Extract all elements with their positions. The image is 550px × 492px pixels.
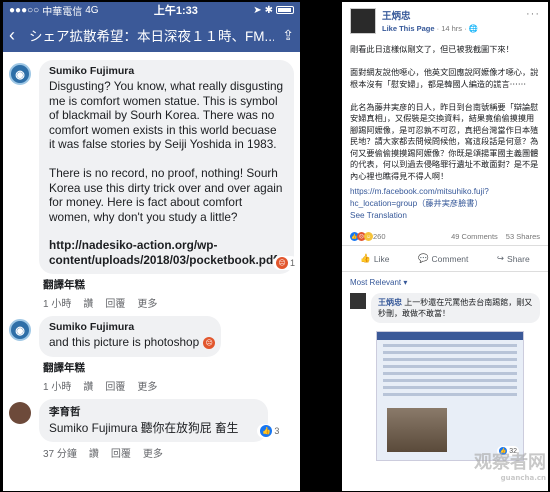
- reaction-badge[interactable]: ☹ 1: [272, 256, 298, 270]
- angry-reaction-icon: ☹: [203, 336, 216, 349]
- comments-count[interactable]: 49 Comments: [451, 232, 498, 241]
- status-time: 上午1:33: [153, 5, 198, 17]
- comment-bubble: 李育哲 Sumiko Fujimura 聽你在放狗屁 畜生 👍 3: [39, 398, 283, 442]
- back-chevron-icon[interactable]: ‹: [9, 25, 29, 46]
- reply-comment: 王炳忠 上一秒還在咒罵他去台南踢館，剛又秒刪，敢做不敢當！: [342, 291, 548, 325]
- comment-label: Comment: [431, 253, 469, 264]
- like-label: Like: [373, 253, 390, 264]
- comment-actions: 1 小時 讚 回覆 更多: [39, 378, 294, 393]
- location-icon: ➤: [253, 4, 262, 16]
- reply-action[interactable]: 回覆: [105, 378, 125, 393]
- screenshot-frame: ●●●○○ 中華電信 4G 上午1:33 ➤ ✱ ‹ シェア拡散希望：本日深夜１…: [0, 0, 550, 492]
- reaction-icons[interactable]: 👍 ☹ ☺: [350, 232, 373, 241]
- comment-actions: 1 小時 讚 回覆 更多: [39, 295, 294, 310]
- comment-bubble: Sumiko Fujimura Disgusting? You know, wh…: [39, 60, 298, 274]
- comment-link[interactable]: http://nadesiko-action.org/wp-content/up…: [49, 238, 284, 267]
- share-button[interactable]: ↪ Share: [497, 253, 530, 264]
- reply-bubble: 王炳忠 上一秒還在咒罵他去台南踢館，剛又秒刪，敢做不敢當！: [371, 293, 540, 323]
- more-action[interactable]: 更多: [137, 378, 157, 393]
- watermark-subtext: guancha.cn: [500, 474, 546, 482]
- comment-sort-dropdown[interactable]: Most Relevant ▾: [342, 272, 548, 291]
- share-label: Share: [507, 253, 530, 264]
- post-text: 剛看此日這樣似剛文了，但已被我截圖下來！ 面對網友說他噁心，他英文回應說阿嬤像才…: [350, 45, 539, 181]
- comment-timestamp: 1 小時: [43, 299, 72, 310]
- reply-text: 上一秒還在咒罵他去台南踢館，剛又秒刪，敢做不敢當！: [378, 298, 533, 318]
- nav-title: シェア拡散希望：本日深夜１１時、FM...: [29, 29, 274, 44]
- reaction-count: 3: [274, 426, 280, 436]
- comment-item: ◉ Sumiko Fujimura Disgusting? You know, …: [9, 60, 298, 310]
- see-translation-link[interactable]: See Translation: [342, 209, 548, 222]
- angry-reaction-icon: ☹: [275, 257, 288, 269]
- share-icon[interactable]: ⇪: [274, 27, 294, 44]
- battery-icon: [276, 6, 294, 14]
- post-time: · 14 hrs ·: [436, 24, 467, 33]
- post-stats: 👍 ☹ ☺ 260 49 Comments 53 Shares: [342, 222, 548, 246]
- translate-link[interactable]: 翻譯年糕: [39, 360, 294, 375]
- reply-action[interactable]: 回覆: [111, 445, 131, 460]
- like-page-link[interactable]: Like This Page: [382, 24, 435, 33]
- more-options-icon[interactable]: ···: [526, 8, 540, 20]
- post-link[interactable]: https://m.facebook.com/mitsuhiko.fuji?hc…: [342, 186, 548, 209]
- like-reaction-icon: 👍: [260, 425, 273, 437]
- post-action-bar: 👍 Like 💬 Comment ↪ Share: [342, 246, 548, 272]
- bluetooth-icon: ✱: [264, 4, 273, 16]
- network-type: 4G: [85, 4, 99, 16]
- reply-action[interactable]: 回覆: [105, 295, 125, 310]
- comment-timestamp: 1 小時: [43, 381, 72, 393]
- watermark-logo: 观察者网 guancha.cn: [474, 448, 546, 482]
- more-action[interactable]: 更多: [137, 295, 157, 310]
- comment-button[interactable]: 💬 Comment: [418, 253, 468, 264]
- comment-text: Disgusting? You know, what really disgus…: [49, 79, 284, 224]
- attached-screenshot-image[interactable]: 👍 32: [376, 331, 524, 461]
- shares-count[interactable]: 53 Shares: [506, 232, 540, 241]
- avatar[interactable]: [9, 401, 31, 424]
- comment-author[interactable]: 李育哲: [49, 404, 238, 419]
- comment-thread: ◉ Sumiko Fujimura Disgusting? You know, …: [3, 52, 300, 460]
- right-phone-screen: 王炳忠 Like This Page · 14 hrs · 🌐 ··· 剛看此日…: [342, 2, 548, 491]
- like-action[interactable]: 讚: [89, 445, 99, 460]
- comment-item: 李育哲 Sumiko Fujimura 聽你在放狗屁 畜生 👍 3 37 分鐘 …: [9, 398, 294, 460]
- avatar[interactable]: [350, 293, 366, 309]
- left-phone-screen: ●●●○○ 中華電信 4G 上午1:33 ➤ ✱ ‹ シェア拡散希望：本日深夜１…: [3, 2, 300, 491]
- share-arrow-icon: ↪: [496, 253, 505, 263]
- translate-link[interactable]: 翻譯年糕: [39, 277, 294, 292]
- reaction-badge[interactable]: 👍 3: [257, 424, 283, 438]
- reply-author[interactable]: 王炳忠: [378, 298, 402, 307]
- more-action[interactable]: 更多: [143, 445, 163, 460]
- post-header: 王炳忠 Like This Page · 14 hrs · 🌐 ···: [342, 2, 548, 40]
- attached-photo: [387, 408, 447, 452]
- page-name[interactable]: 王炳忠: [382, 8, 478, 22]
- reaction-count[interactable]: 260: [373, 232, 386, 241]
- post-meta: Like This Page · 14 hrs · 🌐: [382, 24, 478, 33]
- comment-icon: 💬: [417, 253, 429, 263]
- like-action[interactable]: 讚: [83, 295, 93, 310]
- comment-author[interactable]: Sumiko Fujimura: [49, 321, 199, 333]
- comment-item: ◉ Sumiko Fujimura and this picture is ph…: [9, 316, 294, 393]
- reaction-badge[interactable]: ☹: [200, 336, 218, 350]
- thumbs-up-icon: 👍: [360, 253, 371, 263]
- avatar[interactable]: ◉: [9, 319, 31, 341]
- comment-bubble: Sumiko Fujimura and this picture is phot…: [39, 316, 222, 357]
- comment-actions: 37 分鐘 讚 回覆 更多: [39, 445, 294, 460]
- haha-reaction-icon: ☺: [364, 232, 373, 241]
- comment-text: and this picture is photoshop: [49, 335, 200, 349]
- comment-text: Sumiko Fujimura 聽你在放狗屁 畜生: [49, 420, 239, 435]
- like-action[interactable]: 讚: [83, 378, 93, 393]
- globe-icon: 🌐: [468, 24, 479, 33]
- signal-icon: ●●●○○: [9, 4, 40, 16]
- comment-timestamp: 37 分鐘: [43, 449, 77, 460]
- comment-author[interactable]: Sumiko Fujimura: [49, 65, 284, 77]
- page-avatar[interactable]: [350, 8, 376, 34]
- nav-bar: ‹ シェア拡散希望：本日深夜１１時、FM... ⇪: [3, 18, 300, 52]
- carrier-name: 中華電信: [42, 6, 83, 18]
- watermark-text: 观察者网: [474, 452, 546, 473]
- reaction-count: 1: [289, 258, 295, 268]
- avatar[interactable]: ◉: [9, 63, 31, 85]
- status-bar: ●●●○○ 中華電信 4G 上午1:33 ➤ ✱: [3, 2, 300, 18]
- like-button[interactable]: 👍 Like: [360, 253, 389, 264]
